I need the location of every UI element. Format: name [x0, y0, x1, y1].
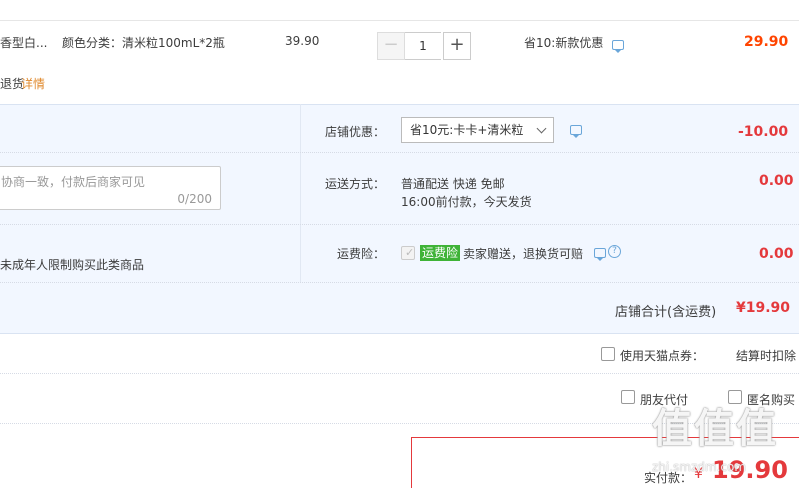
details-link[interactable]: 详情: [21, 75, 45, 92]
message-counter: 0/200: [177, 192, 212, 206]
shipping-note: 16:00前付款，今天发货: [401, 195, 532, 209]
help-icon[interactable]: ?: [608, 245, 621, 258]
unit-price: 39.90: [285, 34, 320, 48]
order-detail-panel: [0, 104, 799, 334]
item-subtotal: 29.90: [744, 34, 789, 50]
quantity-input[interactable]: 1: [405, 32, 441, 60]
sku-text: 颜色分类：清米粒100mL*2瓶: [62, 36, 225, 50]
panel-column-divider: [300, 104, 301, 282]
section-divider: [0, 373, 799, 374]
store-discount-selected: 省10元:卡卡+清米粒: [410, 123, 524, 137]
promo-text: 省10:新款优惠: [524, 36, 604, 50]
tmall-points-checkbox[interactable]: [601, 347, 615, 361]
watermark-url: zhi.smzdm.com: [652, 460, 747, 474]
quantity-increase-button[interactable]: +: [443, 32, 471, 60]
friend-pay-checkbox[interactable]: [621, 390, 635, 404]
discount-info-icon[interactable]: [570, 125, 582, 138]
shipping-amount: 0.00: [759, 173, 794, 189]
message-placeholder: 协商一致，付款后商家可见: [1, 175, 146, 189]
tmall-points-label: 使用天猫点券：: [620, 349, 705, 363]
checkmark-icon: ✓: [405, 246, 415, 259]
shipping-label: 运送方式：: [325, 177, 386, 191]
product-title[interactable]: 香型白...: [0, 34, 47, 51]
watermark-logo: 值值值: [652, 406, 778, 452]
buyer-message-input[interactable]: 协商一致，付款后商家可见 0/200: [0, 166, 221, 210]
store-total-label: 店铺合计(含运费): [615, 305, 717, 320]
store-discount-label: 店铺优惠：: [325, 125, 386, 139]
panel-row-divider: [0, 282, 799, 283]
insurance-chat-icon[interactable]: [594, 248, 606, 261]
top-divider: [0, 20, 799, 21]
panel-row-divider: [0, 224, 799, 225]
tmall-points-note: 结算时扣除: [736, 349, 797, 363]
insurance-text: 卖家赠送，退换货可赔: [463, 247, 584, 261]
chevron-down-icon: [536, 123, 547, 134]
promo-info-icon[interactable]: [612, 40, 624, 53]
store-discount-select[interactable]: 省10元:卡卡+清米粒: [401, 117, 554, 143]
quantity-decrease-button[interactable]: −: [377, 32, 405, 60]
shipping-method: 普通配送 快递 免邮: [401, 177, 505, 191]
store-total-amount: ¥19.90: [736, 300, 791, 316]
adult-notice: 未成年人限制购买此类商品: [0, 258, 145, 272]
insurance-label: 运费险：: [337, 247, 386, 261]
insurance-badge: 运费险: [420, 245, 461, 261]
panel-row-divider: [0, 152, 799, 153]
insurance-amount: 0.00: [759, 246, 794, 262]
insurance-checkbox[interactable]: ✓: [401, 246, 415, 260]
store-discount-amount: -10.00: [738, 124, 789, 140]
